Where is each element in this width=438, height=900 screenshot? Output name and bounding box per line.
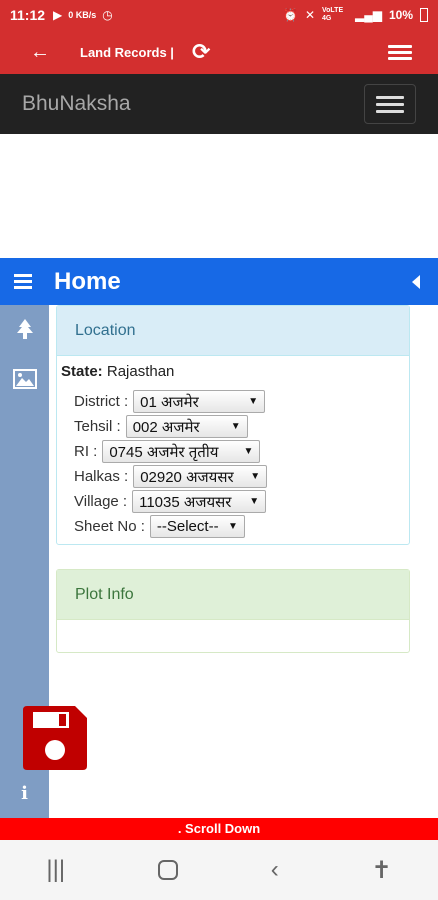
state-line: State: Rajasthan [61, 363, 174, 380]
district-select[interactable]: 01 अजमेर ▼ [133, 390, 266, 413]
location-header: Location [57, 306, 409, 356]
back-icon[interactable]: ‹ [271, 856, 279, 884]
location-panel: Location State: Rajasthan District : 01 … [56, 305, 410, 545]
state-label: State: [61, 363, 103, 380]
tree-icon[interactable] [0, 319, 49, 341]
recent-apps-icon[interactable]: ||| [46, 856, 65, 884]
home-header: Home [0, 258, 438, 305]
system-nav-bar: ||| ‹ ✝ [0, 840, 438, 900]
village-select[interactable]: 11035 अजयसर ▼ [132, 490, 267, 513]
district-label: District : [74, 393, 129, 410]
clock-icon: ◷ [102, 8, 113, 22]
tehsil-row: Tehsil : 002 अजमेर ▼ [74, 415, 248, 438]
home-icon[interactable] [157, 860, 178, 880]
ri-label: RI : [74, 443, 98, 460]
sheet-select[interactable]: --Select-- ▼ [149, 515, 245, 538]
app-title: Land Records | [80, 44, 174, 60]
accessibility-icon[interactable]: ✝ [371, 856, 391, 885]
signal-icon: ▂▄▆ [355, 8, 382, 22]
tehsil-select[interactable]: 002 अजमेर ▼ [125, 415, 248, 438]
alarm-icon: ⏰ [282, 8, 298, 22]
navbar-toggle-button[interactable] [364, 84, 416, 124]
halkas-select[interactable]: 02920 अजयसर ▼ [133, 465, 268, 488]
plot-info-panel: Plot Info [56, 569, 410, 653]
sheet-value: --Select-- [156, 518, 219, 535]
ri-select[interactable]: 0745 अजमेर तृतीय ▼ [102, 440, 261, 463]
village-row: Village : 11035 अजयसर ▼ [74, 490, 267, 513]
page-title: Home [54, 267, 121, 295]
bhunaksha-navbar: BhuNaksha [0, 74, 438, 134]
ri-row: RI : 0745 अजमेर तृतीय ▼ [74, 440, 261, 463]
menu-icon[interactable] [388, 42, 412, 63]
main-content: Location State: Rajasthan District : 01 … [49, 305, 438, 818]
state-value: Rajasthan [106, 363, 175, 380]
tehsil-label: Tehsil : [74, 418, 121, 435]
dropdown-arrow-icon: ▼ [249, 496, 260, 507]
battery-level: 10% [388, 8, 413, 22]
image-icon[interactable] [0, 369, 49, 389]
save-icon[interactable] [23, 706, 87, 770]
play-icon: ▶ [53, 8, 63, 22]
mute-icon: ✕ [304, 8, 315, 22]
dropdown-arrow-icon: ▼ [250, 471, 261, 482]
dropdown-arrow-icon: ▼ [230, 421, 241, 432]
refresh-icon[interactable]: ⟳ [192, 39, 210, 65]
dropdown-arrow-icon: ▼ [248, 396, 259, 407]
dropdown-arrow-icon: ▼ [227, 521, 238, 532]
back-arrow-icon[interactable]: ← [0, 41, 80, 64]
district-row: District : 01 अजमेर ▼ [74, 390, 266, 413]
status-bar: 11:12 ▶ 0 KB/s ◷ ⏰ ✕ VoLTE 4G ▂▄▆ 10% [0, 0, 438, 30]
plot-info-header: Plot Info [57, 570, 409, 620]
district-value: 01 अजमेर [140, 393, 199, 411]
halkas-label: Halkas : [74, 468, 129, 485]
dropdown-arrow-icon: ▼ [243, 446, 254, 457]
ri-value: 0745 अजमेर तृतीय [109, 443, 219, 461]
hamburger-icon [376, 92, 404, 117]
data-speed: 0 KB/s [68, 10, 97, 20]
collapse-caret-icon[interactable] [412, 274, 420, 289]
tehsil-value: 002 अजमेर [132, 418, 200, 436]
halkas-row: Halkas : 02920 अजयसर ▼ [74, 465, 268, 488]
sheet-label: Sheet No : [74, 518, 145, 535]
network-label: VoLTE 4G [322, 7, 344, 22]
village-value: 11035 अजयसर [139, 493, 232, 511]
sheet-row: Sheet No : --Select-- ▼ [74, 515, 245, 538]
app-bar: ← Land Records | ⟳ [0, 30, 438, 74]
halkas-value: 02920 अजयसर [140, 468, 234, 486]
scroll-down-banner[interactable]: . Scroll Down [0, 818, 438, 840]
battery-icon [420, 8, 428, 22]
brand-title[interactable]: BhuNaksha [22, 92, 131, 116]
status-time: 11:12 [10, 7, 46, 23]
village-label: Village : [74, 493, 128, 510]
sidebar-menu-icon[interactable] [14, 271, 32, 292]
info-icon[interactable]: i [0, 783, 49, 804]
